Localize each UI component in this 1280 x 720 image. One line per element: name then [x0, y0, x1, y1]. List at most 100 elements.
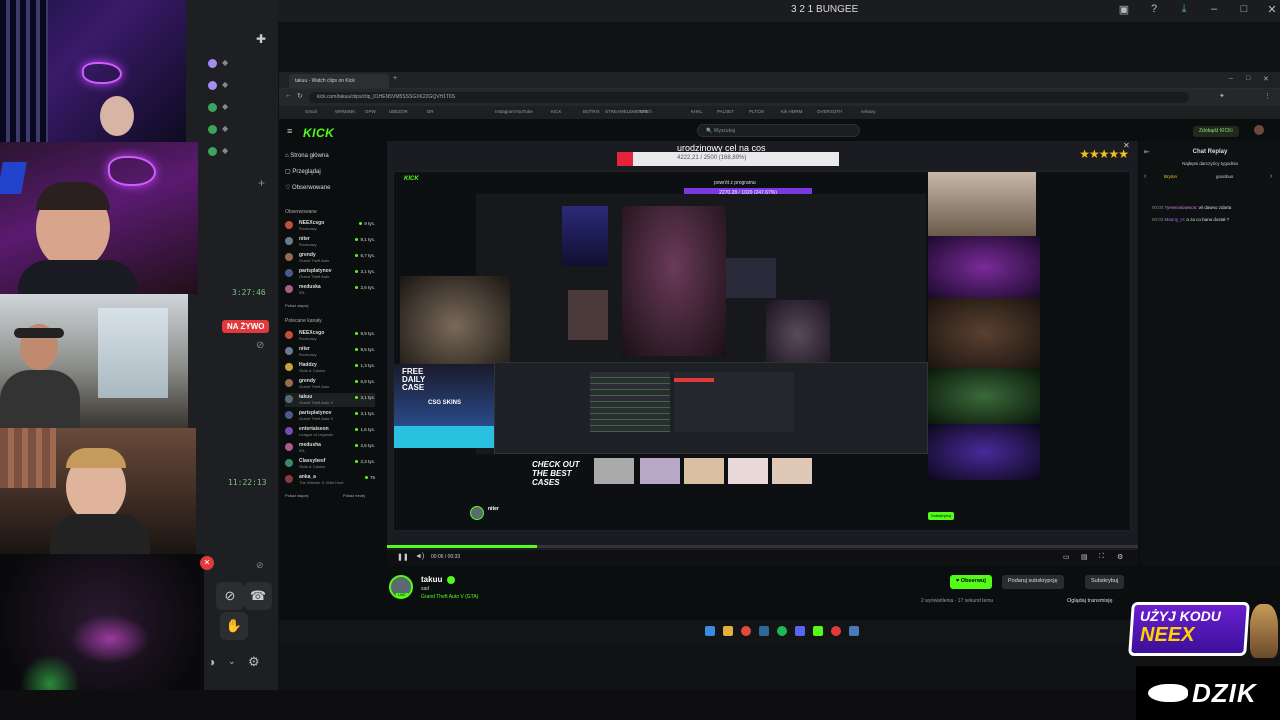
get-kicks-button[interactable]: Zdobądź KICKi — [1193, 126, 1239, 137]
gear-icon[interactable]: ⚙ — [248, 654, 260, 670]
chevron-down-icon[interactable]: ⌄ — [228, 656, 236, 667]
close-icon[interactable]: ✕ — [200, 556, 214, 570]
show-more-link[interactable]: Pokaż więcej — [285, 303, 308, 308]
avatar[interactable] — [1254, 125, 1264, 135]
bookmark[interactable]: Gmail — [305, 109, 317, 114]
nav-home[interactable]: ⌂ Strona główna — [285, 153, 329, 159]
mute-icon[interactable]: ⊘ — [256, 340, 264, 351]
show-less-link[interactable]: Pokaż mniej — [343, 493, 365, 498]
channel-item[interactable]: niter Rozmowy 8,5 tys. — [285, 345, 375, 359]
maximize-icon[interactable]: □ — [1246, 75, 1250, 82]
search-input[interactable]: 🔍 Wyszukaj — [697, 124, 860, 137]
member-row[interactable]: ◆ — [186, 142, 278, 162]
browser-icon[interactable] — [741, 626, 751, 636]
bookmark[interactable]: Twitch — [639, 109, 652, 114]
close-icon[interactable]: ✕ — [1263, 75, 1269, 83]
channel-item[interactable]: parisplatynov Grand Theft Auto V 3,1 tys. — [285, 409, 375, 423]
reload-icon[interactable]: ↻ — [297, 92, 303, 100]
bookmark[interactable]: Kik HMRM — [781, 109, 803, 114]
member-row[interactable]: ◆ — [186, 98, 278, 118]
cast-icon[interactable]: ▣ — [1116, 3, 1132, 16]
hangup-button[interactable]: ☎ — [244, 582, 272, 610]
add-friend-icon[interactable]: ✚ — [256, 32, 266, 46]
mic-mute-button[interactable]: ⊘ — [216, 582, 244, 610]
browser-tab[interactable]: takuu - Watch clips on Kick — [289, 74, 389, 88]
folder-icon[interactable] — [723, 626, 733, 636]
bookmark[interactable]: Instagram — [495, 109, 515, 114]
watch-stream-link[interactable]: Oglądaj transmisję — [1067, 598, 1113, 604]
fullscreen-icon[interactable]: ⛶ — [1099, 553, 1104, 561]
follow-button[interactable]: ♥ Obserwuj — [950, 575, 992, 589]
next-icon[interactable]: › — [1270, 173, 1272, 180]
member-row[interactable]: ◆ — [186, 120, 278, 140]
channel-item[interactable]: niter Rozmowy 8,1 tys. — [285, 235, 375, 249]
maximize-icon[interactable]: □ — [1236, 3, 1252, 15]
bookmark[interactable]: BOTRIX — [583, 109, 600, 114]
bookmark[interactable]: KHKL — [691, 109, 703, 114]
minimize-icon[interactable]: – — [1206, 3, 1222, 15]
bookmark[interactable]: PLTCM — [749, 109, 764, 114]
download-icon[interactable]: ⤓ — [1176, 3, 1192, 16]
bookmark[interactable]: WRMSBK — [335, 109, 355, 114]
channel-item[interactable]: takuu Grand Theft Auto V 3,1 tys. — [285, 393, 375, 407]
channel-item[interactable]: meduska IRL 2,6 tys. — [285, 283, 375, 297]
add-icon[interactable]: + — [258, 176, 265, 190]
channel-item[interactable]: entertaiseon League of Legends 1,6 tys. — [285, 425, 375, 439]
minimize-icon[interactable]: – — [1229, 75, 1233, 82]
bookmark[interactable]: OVERSOTH — [817, 109, 842, 114]
back-icon[interactable]: ← — [285, 92, 292, 99]
bookmark[interactable]: DR — [427, 109, 434, 114]
close-icon[interactable]: ✕ — [1264, 3, 1280, 16]
kick-logo[interactable]: KICK — [303, 126, 334, 140]
discord-icon[interactable] — [795, 626, 805, 636]
bookmark[interactable]: KICK — [551, 109, 562, 114]
clip-icon[interactable]: ▤ — [1081, 553, 1088, 561]
close-icon[interactable]: ✕ — [1123, 141, 1130, 150]
bookmark[interactable]: YouTube — [515, 109, 533, 114]
channel-item[interactable]: medusha IRL 2,6 tys. — [285, 441, 375, 455]
subscribe-button[interactable]: Subskrybuj — [1085, 575, 1125, 589]
new-tab-icon[interactable]: + — [393, 75, 397, 82]
channel-item[interactable]: parisplatynov Grand Theft Auto 3,1 tys. — [285, 267, 375, 281]
nav-browse[interactable]: ▢ Przeglądaj — [285, 168, 321, 175]
gift-sub-button[interactable]: Podaruj subskrypcję — [1002, 575, 1064, 589]
channel-item[interactable]: grendy Grand Theft Auto 6,7 tys. — [285, 251, 375, 265]
url-input[interactable]: kick.com/takuu/clips/clip_01HEN5VM5SSSGX… — [309, 92, 1189, 103]
spotify-icon[interactable] — [777, 626, 787, 636]
bookmark[interactable]: PALSET — [717, 109, 734, 114]
hamburger-icon[interactable]: ≡ — [287, 126, 292, 136]
member-row[interactable]: ◆ — [186, 54, 278, 74]
video-player[interactable]: urodzinowy cel na cos 4222,21 / 2500 (16… — [387, 141, 1138, 566]
bookmark[interactable]: GPW — [365, 109, 376, 114]
bookmark[interactable]: UBEZOR — [389, 109, 408, 114]
streamer-name[interactable]: takuu — [421, 575, 442, 584]
app-icon[interactable] — [849, 626, 859, 636]
channel-item[interactable]: NEEXcsgo Rozmowy 8,9 tys. — [285, 329, 375, 343]
help-icon[interactable]: ? — [1146, 3, 1162, 15]
nav-following[interactable]: ♡ Obserwowane — [285, 184, 330, 191]
channel-item[interactable]: grendy Grand Theft Auto 6,8 tys. — [285, 377, 375, 391]
prev-icon[interactable]: ‹ — [1144, 173, 1146, 180]
channel-item[interactable]: Haddzy Slots & Casino 1,3 tys. — [285, 361, 375, 375]
stream-category[interactable]: Grand Theft Auto V (GTA) — [421, 594, 478, 600]
kick-icon[interactable] — [813, 626, 823, 636]
windows-icon[interactable] — [705, 626, 715, 636]
extensions-icon[interactable]: ✦ — [1219, 92, 1225, 100]
headphones-icon[interactable]: ◑ — [208, 655, 215, 669]
channel-item[interactable]: anka_a The Witcher 3: Wild Hunt 75 — [285, 473, 375, 487]
channel-item[interactable]: NEEXcsgo Rozmowy 9 tys. — [285, 219, 375, 233]
soundboard-button[interactable]: ✋ — [220, 612, 248, 640]
menu-icon[interactable]: ⋮ — [1264, 92, 1271, 100]
video-progress[interactable] — [387, 545, 1138, 548]
show-more-link[interactable]: Pokaż więcej — [285, 493, 308, 498]
settings-icon[interactable]: ⚙ — [1117, 553, 1123, 561]
theater-icon[interactable]: ▭ — [1063, 553, 1070, 561]
mute-icon[interactable]: ⊘ — [256, 560, 264, 571]
pause-icon[interactable]: ❚❚ — [397, 553, 409, 561]
obs-icon[interactable] — [831, 626, 841, 636]
volume-icon[interactable]: ◄) — [415, 553, 424, 560]
bookmark[interactable]: nehaxy — [861, 109, 876, 114]
steam-icon[interactable] — [759, 626, 769, 636]
channel-item[interactable]: Classybeef Slots & Casino 2,3 tys. — [285, 457, 375, 471]
member-row[interactable]: ◆ — [186, 76, 278, 96]
